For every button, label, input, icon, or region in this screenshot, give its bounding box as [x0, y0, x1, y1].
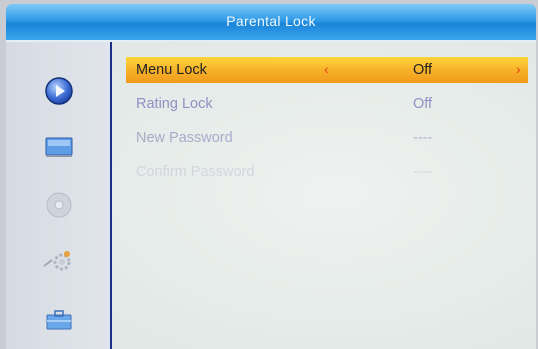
settings-gear-icon[interactable] [42, 247, 76, 277]
menu-row-rating-lock[interactable]: Rating Lock Off [126, 91, 528, 117]
menu-list: Menu Lock ‹ Off › Rating Lock Off New Pa… [124, 57, 536, 349]
picture-icon[interactable] [42, 132, 76, 162]
disc-icon[interactable] [42, 190, 76, 220]
rating-lock-value: Off [413, 96, 433, 112]
tv-screen: Parental Lock Menu Lock ‹ Off › Rating L… [6, 4, 536, 349]
arrow-left-icon[interactable]: ‹ [324, 61, 329, 77]
new-password-label: New Password [136, 130, 233, 146]
title-bar: Parental Lock [6, 4, 536, 42]
play-icon[interactable] [42, 76, 76, 106]
confirm-password-value: ---- [413, 164, 433, 180]
confirm-password-label: Confirm Password [136, 164, 255, 180]
rating-lock-label: Rating Lock [136, 96, 213, 112]
menu-row-confirm-password[interactable]: Confirm Password ---- [126, 159, 528, 185]
toolbox-icon[interactable] [42, 304, 76, 334]
menu-lock-label: Menu Lock [136, 62, 207, 78]
page-title: Parental Lock [226, 13, 316, 29]
sidebar [6, 42, 112, 349]
menu-lock-value: Off [413, 62, 433, 78]
menu-row-new-password[interactable]: New Password ---- [126, 125, 528, 151]
arrow-right-icon[interactable]: › [516, 61, 521, 77]
menu-row-menu-lock[interactable]: Menu Lock ‹ Off › [126, 57, 528, 83]
new-password-value: ---- [413, 130, 433, 146]
